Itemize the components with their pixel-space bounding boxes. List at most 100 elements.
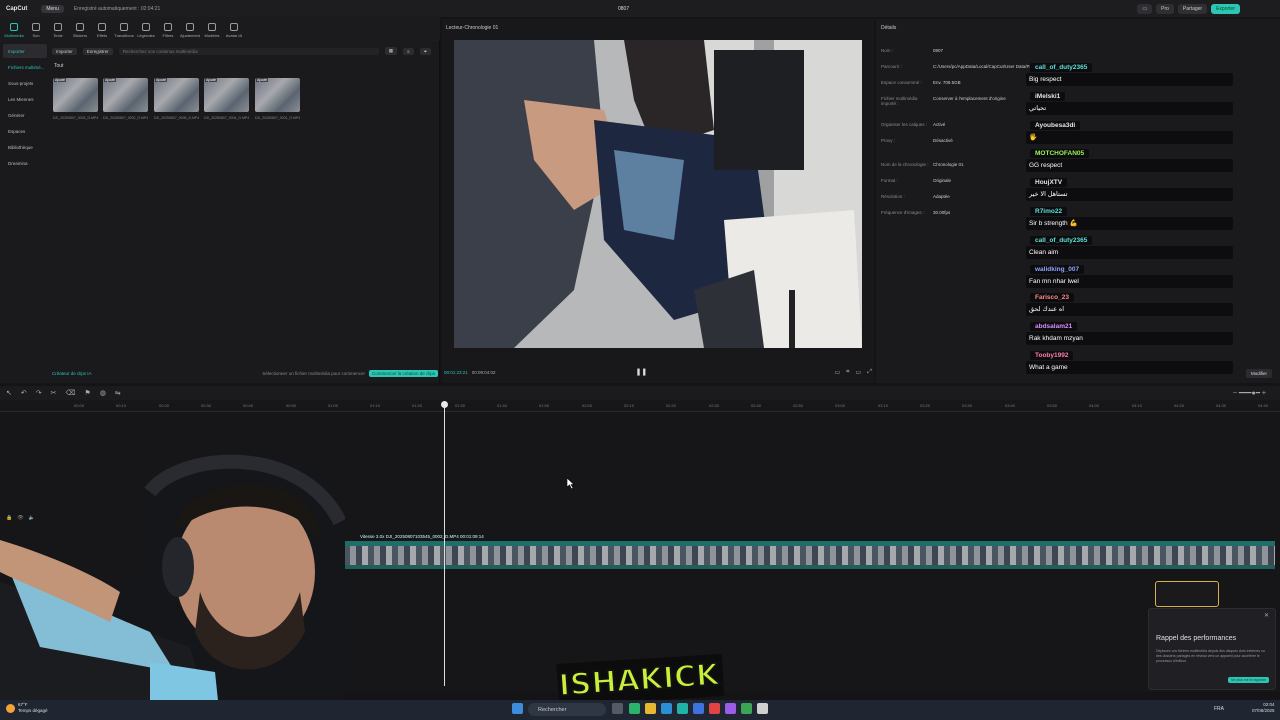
weather-widget[interactable]: 67°F Temps dégagé	[18, 702, 48, 714]
avatar-icon	[230, 23, 238, 31]
detail-key: Proxy :	[881, 138, 896, 143]
sidebar-item-spaces[interactable]: Espaces	[3, 124, 47, 138]
chat-message: 🖐	[1026, 131, 1233, 144]
ratio-button[interactable]: ▭	[834, 369, 840, 376]
tab-stickers[interactable]: Stickers	[71, 23, 89, 41]
obs-icon[interactable]	[757, 703, 768, 714]
sidebar-item-dreamina[interactable]: Dreamina	[3, 156, 47, 170]
record-button[interactable]: Enregistrer	[82, 47, 113, 55]
app-icon[interactable]	[629, 703, 640, 714]
detail-value: Activé	[933, 122, 946, 127]
tab-audio[interactable]: Son	[27, 23, 45, 41]
taskbar-search[interactable]: Rechercher	[528, 703, 606, 716]
media-filter-all[interactable]: Tout	[54, 63, 63, 69]
tab-multimedia[interactable]: Multimédia	[4, 23, 24, 41]
quality-button[interactable]: ▭	[856, 369, 862, 376]
streamer-webcam	[0, 452, 345, 720]
cursor-tool-icon[interactable]: ↖	[6, 389, 12, 397]
media-thumbnail[interactable]: Ajouté	[204, 78, 249, 112]
sidebar-item-generate[interactable]: Générer	[3, 108, 47, 122]
mirror-icon[interactable]: ⇋	[115, 389, 121, 397]
detail-value: Conserver à l'emplacement d'origine	[933, 96, 1006, 101]
close-icon[interactable]: ✕	[1264, 612, 1269, 619]
start-icon[interactable]	[512, 703, 523, 714]
tab-transitions[interactable]: Transitions	[114, 23, 134, 41]
taskview-icon[interactable]	[612, 703, 623, 714]
chat-message: What a game	[1026, 361, 1233, 374]
media-thumbnail[interactable]: Ajouté	[53, 78, 98, 112]
split-icon[interactable]: ✂	[51, 389, 57, 397]
tab-label: Multimédia	[4, 33, 24, 38]
timeline-ruler[interactable]: 00:00 00:10 00:20 00:30 00:40 00:50 01:00 01:10…	[0, 400, 1280, 412]
chat-username: call_of_duty2365	[1030, 63, 1093, 72]
tab-filters[interactable]: Filtres	[159, 23, 177, 41]
chat-username: Farisco_23	[1030, 293, 1074, 302]
freeze-icon[interactable]: ◍	[100, 389, 106, 397]
detail-value: 0807	[933, 48, 944, 53]
crop-icon[interactable]: ⌗	[846, 369, 849, 376]
layout-icon[interactable]: ▭	[1137, 3, 1153, 14]
play-pause-button[interactable]: ❚❚	[636, 368, 648, 376]
tab-captions[interactable]: Légendes	[137, 23, 155, 41]
kick-icon[interactable]	[741, 703, 752, 714]
detail-key: Parcourir :	[881, 64, 902, 69]
undo-icon[interactable]: ↶	[21, 389, 27, 397]
ai-clip-creator-link[interactable]: Créateur de clips IA	[52, 371, 92, 376]
detail-value: Chronologie 01	[933, 162, 964, 167]
chat-username: HoujXTV	[1030, 178, 1068, 187]
import-button[interactable]: Importer	[52, 47, 77, 55]
sort-icon[interactable]: ≡	[403, 47, 414, 55]
video-clip[interactable]	[320, 541, 1275, 565]
media-search-input[interactable]: Recherchez vos contenus multimédia	[118, 47, 379, 55]
media-thumbnail[interactable]: Ajouté	[255, 78, 300, 112]
sidebar-item-import[interactable]: Importer	[3, 44, 47, 58]
delete-icon[interactable]: ⌫	[66, 389, 76, 397]
language-indicator[interactable]: FRA	[1214, 706, 1224, 712]
folder-icon[interactable]	[645, 703, 656, 714]
playhead-handle[interactable]	[441, 401, 448, 408]
capcut-taskbar-icon[interactable]	[677, 703, 688, 714]
tab-text[interactable]: Texte	[49, 23, 67, 41]
media-thumbnail[interactable]: Ajouté	[103, 78, 148, 112]
detail-row: Espace consommé : Env. 709.5GB	[881, 80, 961, 85]
media-thumbnail[interactable]: Ajouté	[154, 78, 199, 112]
fullscreen-icon[interactable]: ⤢	[867, 369, 872, 376]
menu-button[interactable]: Menu	[41, 4, 64, 13]
redo-icon[interactable]: ↷	[36, 389, 42, 397]
chrome-icon[interactable]	[709, 703, 720, 714]
tab-ai-avatar[interactable]: Avatar IA	[225, 23, 243, 41]
ruler-tick-label: 01:40	[497, 403, 508, 408]
grid-view-icon[interactable]: ▦	[384, 47, 398, 55]
clock[interactable]: 02:04 07/08/2025	[1252, 702, 1275, 714]
edge-icon[interactable]	[661, 703, 672, 714]
detail-value: Env. 709.5GB	[933, 80, 961, 85]
store-icon[interactable]	[693, 703, 704, 714]
audio-icon	[32, 23, 40, 31]
marker-icon[interactable]: ⚑	[84, 389, 90, 397]
filter-icon[interactable]: ⏷	[419, 47, 432, 55]
discord-icon[interactable]	[725, 703, 736, 714]
playhead[interactable]	[444, 402, 445, 686]
sidebar-item-media-files[interactable]: Fichiers multimé...	[3, 60, 47, 74]
media-caption: DJI_20250807_0002_D.MP4	[103, 116, 148, 120]
modify-button[interactable]: Modifier	[1246, 369, 1273, 378]
zoom-slider[interactable]: − ━━━●━ +	[1233, 389, 1266, 397]
start-clips-button[interactable]: Commencer la création de clips	[368, 369, 438, 377]
chat-username: call_of_duty2365	[1030, 236, 1093, 245]
ruler-tick-label: 00:40	[243, 403, 254, 408]
pro-button[interactable]: Pro	[1156, 3, 1174, 14]
sidebar-item-library[interactable]: Bibliothèque	[3, 140, 47, 154]
sidebar-item-subprojects[interactable]: Sous-projets	[3, 76, 47, 90]
tab-adjustment[interactable]: Ajustement	[180, 23, 200, 41]
sidebar-item-mine[interactable]: Les Miennes	[3, 92, 47, 106]
tab-label: Légendes	[137, 33, 155, 38]
dismiss-reminder-button[interactable]: Ne plus me le rappeler	[1228, 677, 1270, 683]
share-button[interactable]: Partager	[1177, 3, 1208, 14]
tab-effects[interactable]: Effets	[93, 23, 111, 41]
tab-label: Texte	[53, 33, 63, 38]
tab-templates[interactable]: Modèles	[203, 23, 221, 41]
video-preview[interactable]	[454, 40, 862, 348]
tool-tabs: Multimédia Son Texte Stickers Effets Tra…	[0, 17, 440, 41]
media-sidebar: Importer Fichiers multimé... Sous-projet…	[3, 44, 47, 172]
export-button[interactable]: Exporter	[1211, 3, 1240, 14]
